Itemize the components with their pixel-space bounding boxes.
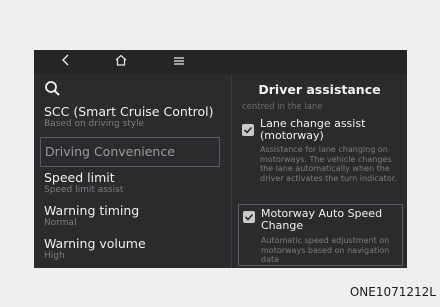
menu-item-subtitle: High (44, 251, 65, 261)
option-description: Assistance for lane changing on motorway… (260, 145, 397, 183)
option-description: Automatic speed adjustment on motorways … (261, 236, 390, 264)
option-title: Motorway Auto Speed Change (261, 207, 383, 232)
option-motorway-auto-speed[interactable]: Motorway Auto Speed Change Automatic spe… (238, 204, 403, 266)
checkbox-icon[interactable] (243, 211, 255, 223)
menu-item-driving-convenience[interactable]: Driving Convenience (40, 137, 220, 167)
menu-item-title: Warning volume (44, 236, 146, 251)
settings-menu-list: SCC (Smart Cruise Control) Based on driv… (34, 74, 232, 268)
scrolled-text: centred in the lane (242, 102, 323, 112)
menu-item-subtitle: Normal (44, 218, 77, 228)
menu-item-title: Driving Convenience (45, 144, 175, 159)
menu-item-title: Warning timing (44, 203, 140, 218)
menu-item-title: Speed limit (44, 170, 115, 185)
menu-item-subtitle: Based on driving style (44, 119, 145, 129)
option-title: Lane change assist (motorway) (260, 117, 366, 142)
panel-title: Driver assistance (258, 82, 381, 97)
search-icon[interactable] (44, 80, 64, 100)
top-nav-bar (34, 50, 407, 74)
checkbox-icon[interactable] (242, 124, 254, 136)
menu-item-warning-timing[interactable]: Warning timing Normal (44, 204, 229, 229)
option-lane-change-assist[interactable]: Lane change assist (motorway) Assistance… (238, 118, 403, 196)
menu-item-warning-volume[interactable]: Warning volume High (44, 237, 229, 262)
back-icon[interactable] (54, 53, 78, 71)
figure-code: ONE1071212L (349, 285, 436, 299)
driver-assistance-panel: Driver assistance centred in the lane La… (232, 74, 407, 268)
infotainment-screen: SCC (Smart Cruise Control) Based on driv… (34, 50, 407, 268)
menu-item-subtitle: Speed limit assist (44, 185, 124, 195)
menu-item-title: SCC (Smart Cruise Control) (44, 104, 214, 119)
menu-item-speed-limit[interactable]: Speed limit Speed limit assist (44, 171, 229, 196)
home-icon[interactable] (109, 53, 133, 71)
menu-item-scc[interactable]: SCC (Smart Cruise Control) Based on driv… (44, 105, 229, 130)
menu-icon[interactable] (167, 53, 191, 71)
